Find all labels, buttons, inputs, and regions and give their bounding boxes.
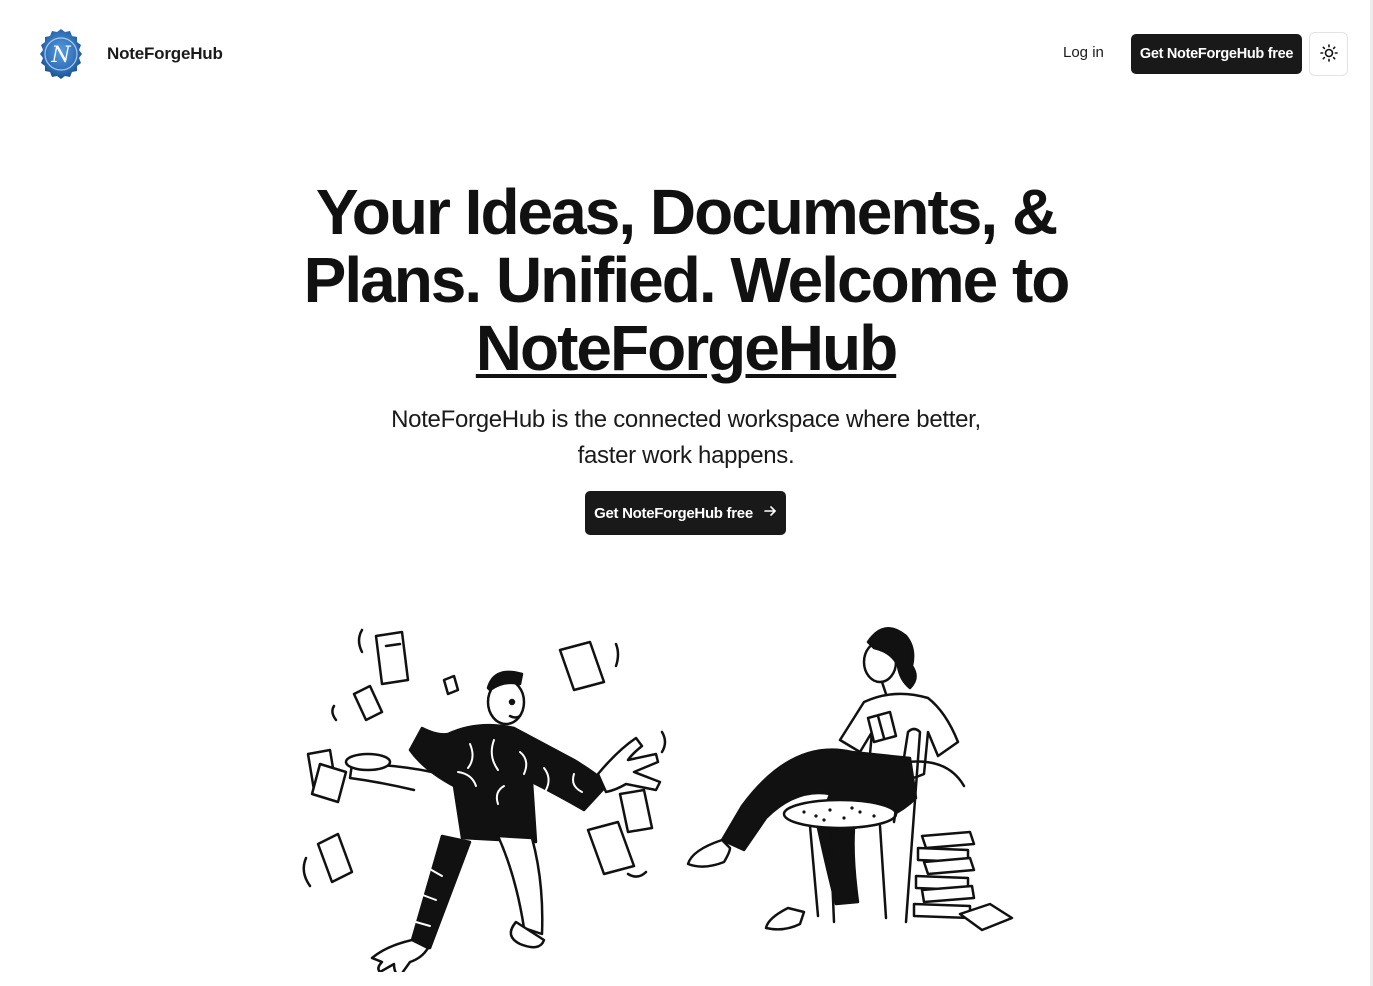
login-link[interactable]: Log in bbox=[1063, 44, 1104, 61]
arrow-right-icon bbox=[763, 504, 777, 522]
logo-icon[interactable]: N bbox=[37, 27, 85, 81]
logo-letter: N bbox=[50, 43, 71, 68]
reading-person-illustration bbox=[684, 622, 1018, 942]
hero-title-text: Your Ideas, Documents, & Plans. Unified.… bbox=[303, 176, 1071, 316]
get-free-button-header[interactable]: Get NoteForgeHub free bbox=[1131, 34, 1302, 74]
get-free-button-hero[interactable]: Get NoteForgeHub free bbox=[585, 491, 786, 535]
hero-title: Your Ideas, Documents, & Plans. Unified.… bbox=[286, 178, 1086, 382]
brand-name[interactable]: NoteForgeHub bbox=[107, 44, 223, 64]
theme-toggle-button[interactable] bbox=[1309, 32, 1348, 76]
hero-title-brand: NoteForgeHub bbox=[475, 312, 898, 384]
sun-icon bbox=[1319, 43, 1338, 65]
cta-label: Get NoteForgeHub free bbox=[594, 504, 753, 522]
hero-subtitle: NoteForgeHub is the connected workspace … bbox=[391, 406, 981, 469]
juggling-papers-illustration bbox=[298, 622, 670, 978]
site-header: N NoteForgeHub Log in Get NoteForgeHub f… bbox=[0, 0, 1370, 110]
